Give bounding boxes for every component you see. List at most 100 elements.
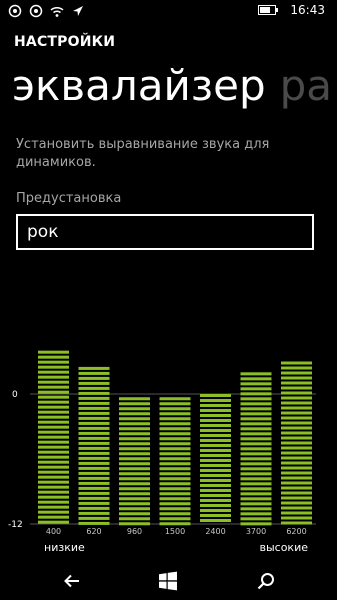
eq-bar-segment (38, 445, 69, 449)
y-axis-zero-label: 0 (12, 390, 18, 400)
equalizer-chart: 0 -12 400 620 960 1500 2400 3700 6200 низкие высок… (8, 350, 316, 554)
eq-bar-segment (159, 447, 191, 451)
navigation-bar (0, 562, 337, 600)
location-icon (73, 6, 83, 16)
eq-bar-segment (78, 401, 110, 405)
eq-bar-segment (119, 437, 150, 441)
eq-bar-segment (78, 416, 110, 420)
eq-bar-segment (240, 502, 272, 506)
eq-bar-segment (119, 457, 150, 461)
eq-bar-segment (38, 410, 69, 414)
eq-bar-segment (200, 434, 231, 437)
eq-bar-segment (119, 467, 150, 471)
status-icons (8, 4, 85, 18)
eq-bar-segment (38, 515, 69, 519)
preset-label: Предустановка (16, 191, 122, 206)
eq-band-slider[interactable] (119, 397, 150, 526)
eq-bar-segment (240, 382, 272, 386)
eq-bar-segment (200, 504, 231, 507)
eq-bar-segment (78, 476, 110, 480)
pivot-item-next[interactable]: ра (280, 61, 332, 110)
eq-bar-segment (119, 517, 150, 521)
eq-bar-segment (78, 446, 110, 450)
eq-bar-segment (78, 481, 110, 485)
eq-bar-segment (281, 486, 312, 490)
eq-bar-segment (38, 460, 69, 464)
notification-icon (8, 4, 22, 18)
eq-bar-segment (281, 376, 312, 380)
eq-bar-segment (119, 417, 150, 421)
eq-bar-segment (281, 436, 312, 440)
eq-bar-segment (159, 482, 191, 486)
eq-bar-segment (78, 386, 110, 390)
eq-bar-segment (200, 489, 231, 492)
eq-band-slider[interactable] (281, 361, 312, 525)
eq-bar-segment (281, 521, 312, 525)
eq-bar-segment (240, 377, 272, 381)
eq-bar-segment (38, 520, 69, 524)
eq-bar-segment (159, 492, 191, 496)
eq-bar-segment (159, 437, 191, 441)
eq-bar-segment (159, 432, 191, 436)
eq-bar-segment (200, 449, 231, 452)
eq-bar-segment (159, 412, 191, 416)
eq-band-slider[interactable] (38, 350, 69, 524)
eq-band-slider[interactable] (159, 397, 191, 526)
eq-band-frequency-label: 6200 (286, 527, 306, 536)
eq-band-slider[interactable] (78, 366, 110, 525)
eq-bar-segment (119, 477, 150, 481)
eq-bar-segment (159, 417, 191, 421)
eq-bar-segment (200, 454, 231, 457)
eq-bar-segment (281, 441, 312, 445)
eq-bar-segment (78, 396, 110, 400)
eq-bar-segment (78, 376, 110, 380)
eq-bar-segment (281, 451, 312, 455)
eq-bar-segment (240, 387, 272, 391)
eq-bar-segment (281, 476, 312, 480)
eq-bar-segment (281, 361, 312, 365)
eq-bar-segment (159, 502, 191, 506)
eq-bar-segment (119, 507, 150, 511)
eq-bar-segment (159, 497, 191, 501)
eq-bar-segment (119, 452, 150, 456)
back-icon[interactable] (62, 571, 82, 591)
eq-bar-segment (78, 496, 110, 500)
eq-bar-segment (119, 462, 150, 466)
pivot-header: эквалайзер ра (12, 56, 332, 116)
eq-bar-segment (38, 465, 69, 469)
eq-bar-segment (119, 522, 150, 526)
eq-bar-segment (119, 397, 150, 401)
eq-bar-segment (200, 464, 231, 467)
eq-bar-segment (281, 396, 312, 400)
eq-bar-segment (159, 452, 191, 456)
eq-bar-segment (281, 491, 312, 495)
eq-bar-segment (200, 409, 231, 412)
eq-bar-segment (119, 412, 150, 416)
eq-bar-segment (281, 506, 312, 510)
eq-bar-segment (119, 502, 150, 506)
eq-bar-segment (200, 439, 231, 442)
eq-bar-segment (119, 487, 150, 491)
eq-bar-segment (200, 474, 231, 477)
eq-bar-segment (200, 399, 231, 402)
eq-bar-segment (281, 516, 312, 520)
eq-bar-segment (119, 442, 150, 446)
description-text: Установить выравнивание звука для динами… (16, 137, 270, 170)
eq-bar-segment (78, 486, 110, 490)
eq-bar-segment (281, 431, 312, 435)
eq-bar-segment (38, 430, 69, 434)
eq-band-slider[interactable] (240, 372, 272, 526)
eq-bar-segment (159, 517, 191, 521)
eq-bar-segment (38, 495, 69, 499)
eq-bar-segment (119, 447, 150, 451)
eq-bar-segment (240, 407, 272, 411)
eq-bar-segment (159, 402, 191, 406)
eq-bar-segment (38, 370, 69, 374)
search-icon[interactable] (256, 571, 276, 591)
eq-bar-segment (281, 366, 312, 370)
eq-band-slider[interactable] (200, 394, 231, 522)
pivot-item-equalizer[interactable]: эквалайзер (12, 61, 266, 110)
windows-start-icon[interactable] (158, 571, 178, 591)
preset-selector[interactable]: рок (16, 214, 314, 250)
eq-bar-segment (281, 501, 312, 505)
